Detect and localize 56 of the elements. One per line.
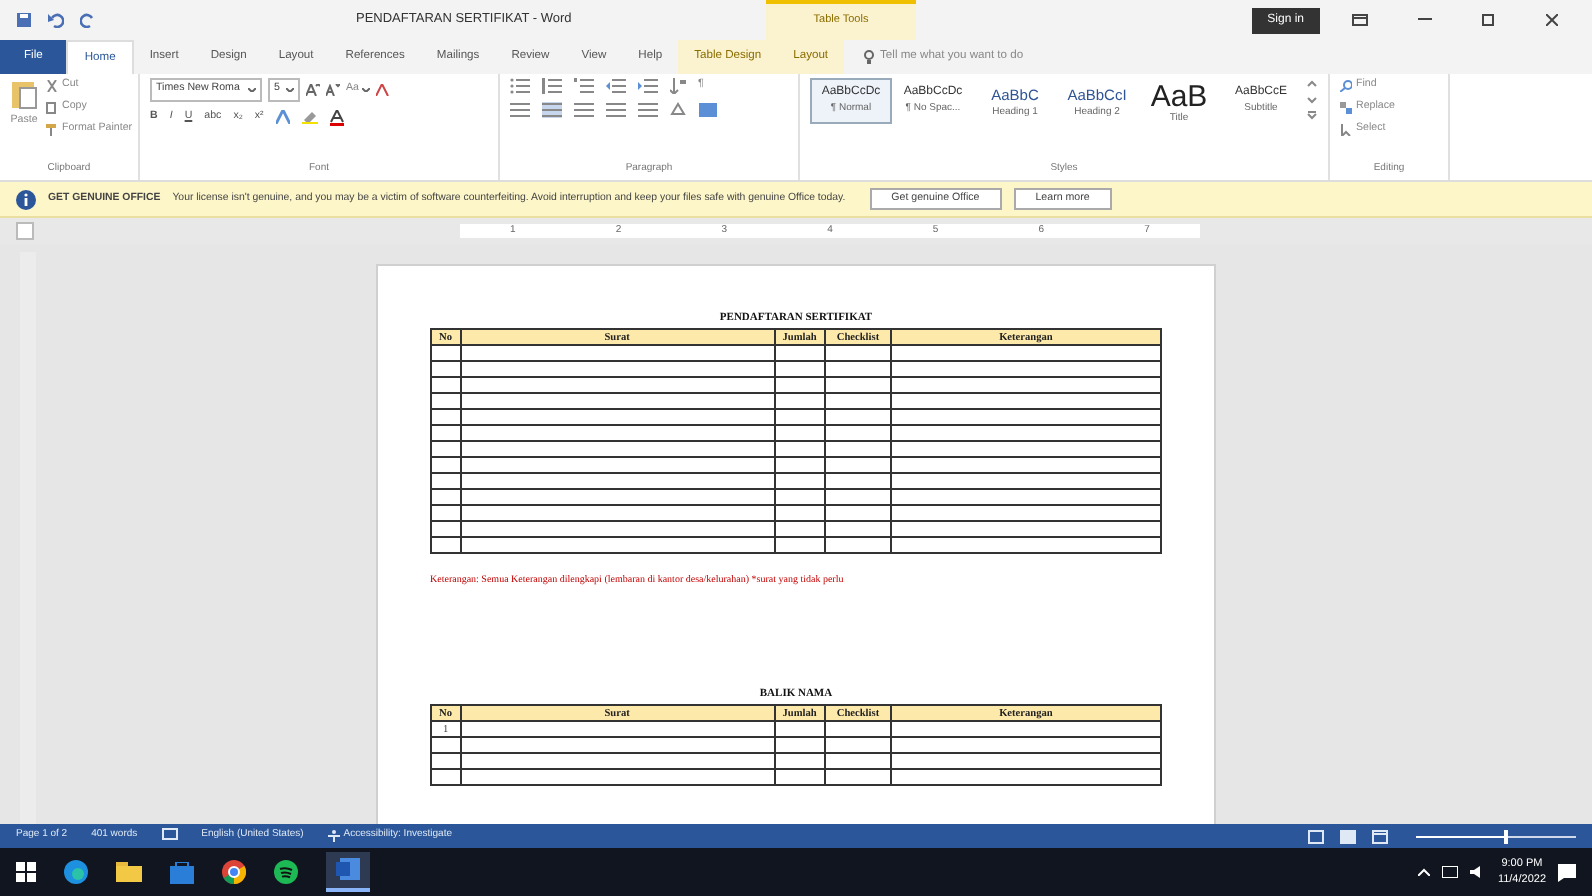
highlight-icon[interactable] [301, 110, 318, 125]
justify-icon[interactable] [606, 102, 626, 118]
more-styles-icon[interactable] [1306, 110, 1318, 122]
ribbon-display-icon [1352, 13, 1368, 26]
accessibility-icon [327, 830, 340, 842]
browser-icon[interactable] [64, 860, 88, 884]
close-icon [1546, 13, 1558, 26]
proofing-icon[interactable] [161, 828, 178, 841]
multilevel-list-icon[interactable] [574, 78, 594, 94]
sort-icon[interactable] [670, 78, 686, 94]
font-color-icon[interactable] [329, 109, 344, 126]
text-effects-icon[interactable] [275, 110, 290, 125]
speaker-icon[interactable] [1469, 866, 1486, 878]
store-icon[interactable] [170, 861, 194, 883]
scroll-up-icon[interactable] [1306, 78, 1318, 90]
borders-icon[interactable] [698, 102, 718, 118]
maximize-icon [1482, 13, 1494, 26]
increase-indent-icon[interactable] [638, 78, 658, 94]
minimize-icon [1417, 18, 1431, 21]
shrink-font-icon[interactable] [326, 83, 340, 96]
align-left-icon[interactable] [510, 102, 530, 118]
cursor-icon [1340, 123, 1352, 136]
web-layout-icon[interactable] [1372, 829, 1388, 843]
caret-icon [248, 87, 256, 92]
caret-icon [362, 87, 371, 92]
undo-icon[interactable] [48, 12, 64, 28]
folder-icon[interactable] [116, 862, 142, 882]
lightbulb-icon [864, 50, 875, 64]
chevron-up-icon[interactable] [1417, 868, 1430, 876]
grow-font-icon[interactable] [306, 83, 320, 96]
clear-formatting-icon[interactable] [376, 83, 391, 96]
search-icon [1340, 79, 1352, 92]
scissors-icon [46, 79, 58, 92]
numbering-icon[interactable] [542, 78, 562, 94]
save-icon[interactable] [16, 12, 32, 28]
decrease-indent-icon[interactable] [606, 78, 626, 94]
notification-icon[interactable] [1558, 863, 1576, 881]
spotify-icon[interactable] [274, 860, 298, 884]
shading-icon[interactable] [670, 102, 686, 118]
scroll-down-icon[interactable] [1306, 94, 1318, 106]
caret-icon [286, 87, 294, 92]
start-icon[interactable] [16, 862, 36, 882]
redo-icon[interactable] [80, 12, 96, 28]
print-layout-icon[interactable] [1340, 829, 1356, 843]
network-icon[interactable] [1441, 866, 1458, 878]
replace-icon [1340, 101, 1352, 114]
chrome-icon[interactable] [222, 860, 246, 884]
copy-icon [46, 101, 58, 114]
word-icon[interactable] [336, 858, 360, 881]
line-spacing-icon[interactable] [638, 102, 658, 118]
info-icon [16, 189, 36, 209]
align-center-icon[interactable] [542, 102, 562, 118]
read-mode-icon[interactable] [1308, 829, 1324, 843]
align-right-icon[interactable] [574, 102, 594, 118]
brush-icon [46, 123, 58, 136]
bullets-icon[interactable] [510, 78, 530, 94]
